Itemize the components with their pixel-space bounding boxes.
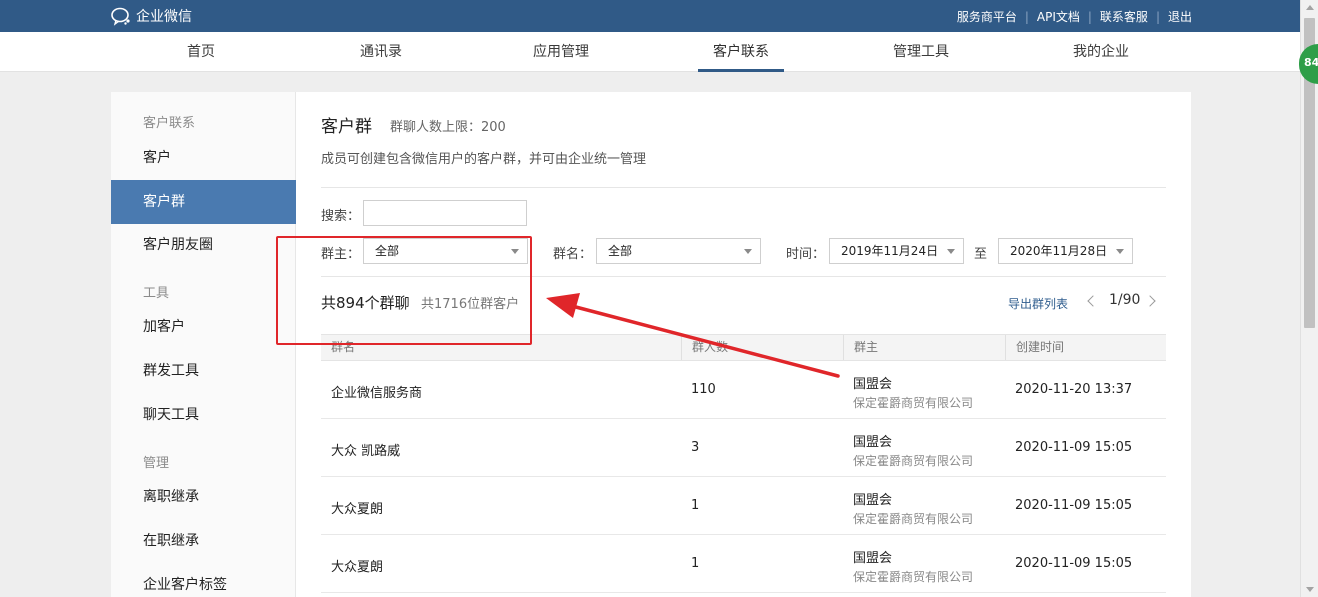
owner-cell: 国盟会 保定霍爵商贸有限公司 — [853, 431, 973, 469]
sidebar-item-customer-group[interactable]: 客户群 — [111, 180, 296, 224]
created-time-cell: 2020-11-20 13:37 — [1015, 382, 1133, 397]
group-name-select[interactable]: 全部 — [596, 238, 761, 264]
date-from-select[interactable]: 2019年11月24日 — [829, 238, 964, 264]
sidebar-item-customer-moments[interactable]: 客户朋友圈 — [111, 223, 296, 267]
owner-name: 国盟会 — [853, 435, 893, 450]
group-name-cell: 大众夏朗 — [331, 560, 384, 575]
chevron-down-icon — [744, 249, 752, 254]
sidebar-group-customer-contact: 客户联系 — [143, 116, 196, 131]
group-count: 共894个群聊 — [321, 294, 410, 312]
sidebar-item-customer-tags[interactable]: 企业客户标签 — [111, 563, 296, 597]
sidebar: 客户联系 客户 客户群 客户朋友圈 工具 加客户 群发工具 聊天工具 管理 离职… — [111, 92, 296, 597]
page-title: 客户群 — [321, 117, 372, 137]
column-header-group-name[interactable]: 群名 — [321, 335, 681, 360]
divider — [321, 276, 1166, 277]
owner-name: 国盟会 — [853, 377, 893, 392]
created-time-cell: 2020-11-09 15:05 — [1015, 498, 1133, 513]
sidebar-item-mass-send[interactable]: 群发工具 — [111, 349, 296, 393]
divider: | — [1155, 9, 1160, 24]
owner-cell: 国盟会 保定霍爵商贸有限公司 — [853, 489, 973, 527]
export-group-list-link[interactable]: 导出群列表 — [1008, 295, 1068, 312]
app-logo[interactable]: 企业微信 — [110, 6, 192, 26]
divider — [321, 187, 1166, 188]
chevron-down-icon — [511, 249, 519, 254]
provider-platform-link[interactable]: 服务商平台 — [957, 8, 1017, 25]
owner-select-value: 全部 — [375, 244, 400, 258]
group-name-select-value: 全部 — [608, 244, 633, 258]
time-filter-label: 时间： — [786, 247, 826, 262]
group-name-cell: 大众 凯路威 — [331, 444, 401, 459]
group-customer-count: 共1716位群客户 — [421, 297, 520, 312]
sidebar-group-management: 管理 — [143, 456, 170, 471]
main-nav: 首页 通讯录 应用管理 客户联系 管理工具 我的企业 — [0, 32, 1300, 72]
member-count-cell: 1 — [691, 498, 700, 513]
date-to-select[interactable]: 2020年11月28日 — [998, 238, 1133, 264]
tab-home[interactable]: 首页 — [136, 32, 266, 72]
owner-company: 保定霍爵商贸有限公司 — [853, 512, 974, 526]
tab-my-enterprise[interactable]: 我的企业 — [1036, 32, 1166, 72]
sidebar-group-tools: 工具 — [143, 286, 170, 301]
tab-app-management[interactable]: 应用管理 — [496, 32, 626, 72]
search-label: 搜索： — [321, 209, 361, 224]
date-from-value: 2019年11月24日 — [841, 244, 939, 258]
group-name-cell: 企业微信服务商 — [331, 386, 423, 401]
main-panel: 客户群 群聊人数上限：200 成员可创建包含微信用户的客户群，并可由企业统一管理… — [296, 92, 1191, 597]
owner-company: 保定霍爵商贸有限公司 — [853, 396, 974, 410]
table-row[interactable]: 大众夏朗 1 国盟会 保定霍爵商贸有限公司 2020-11-09 15:05 — [321, 535, 1166, 593]
page-description: 成员可创建包含微信用户的客户群，并可由企业统一管理 — [321, 152, 647, 167]
owner-select[interactable]: 全部 — [363, 238, 528, 264]
owner-cell: 国盟会 保定霍爵商贸有限公司 — [853, 547, 973, 585]
member-count-cell: 110 — [691, 382, 716, 397]
page-indicator: 1/90 — [1109, 292, 1141, 308]
member-limit-text: 群聊人数上限：200 — [390, 120, 506, 135]
column-header-member-count[interactable]: 群人数 — [681, 335, 843, 360]
divider: | — [1087, 9, 1092, 24]
chevron-right-icon[interactable] — [1144, 295, 1156, 307]
top-links: 服务商平台 | API文档 | 联系客服 | 退出 — [957, 8, 1192, 25]
table-row[interactable]: 企业微信服务商 110 国盟会 保定霍爵商贸有限公司 2020-11-20 13… — [321, 361, 1166, 419]
group-name-filter-label: 群名： — [553, 247, 593, 262]
table-row[interactable]: 大众夏朗 1 国盟会 保定霍爵商贸有限公司 2020-11-09 15:05 — [321, 477, 1166, 535]
scroll-down-icon[interactable] — [1306, 587, 1314, 592]
logout-link[interactable]: 退出 — [1168, 8, 1192, 25]
sidebar-item-resign-inherit[interactable]: 离职继承 — [111, 475, 296, 519]
column-header-owner[interactable]: 群主 — [843, 335, 1005, 360]
app-title: 企业微信 — [136, 9, 192, 25]
owner-name: 国盟会 — [853, 493, 893, 508]
sidebar-item-chat-tools[interactable]: 聊天工具 — [111, 393, 296, 437]
page-scrollbar[interactable] — [1300, 0, 1318, 597]
owner-filter-label: 群主： — [321, 247, 361, 262]
sidebar-item-add-customer[interactable]: 加客户 — [111, 305, 296, 349]
chevron-left-icon[interactable] — [1087, 295, 1099, 307]
tab-contacts[interactable]: 通讯录 — [316, 32, 446, 72]
date-range-to-label: 至 — [974, 247, 988, 262]
tab-customer-contact[interactable]: 客户联系 — [676, 32, 806, 72]
scroll-up-icon[interactable] — [1306, 5, 1314, 10]
sidebar-item-onjob-inherit[interactable]: 在职继承 — [111, 519, 296, 563]
created-time-cell: 2020-11-09 15:05 — [1015, 440, 1133, 455]
table-header: 群名 群人数 群主 创建时间 — [321, 334, 1166, 361]
chevron-down-icon — [1116, 249, 1124, 254]
api-docs-link[interactable]: API文档 — [1037, 8, 1080, 25]
owner-company: 保定霍爵商贸有限公司 — [853, 454, 974, 468]
badge-count: 84 — [1304, 56, 1318, 69]
owner-cell: 国盟会 保定霍爵商贸有限公司 — [853, 373, 973, 411]
created-time-cell: 2020-11-09 15:05 — [1015, 556, 1133, 571]
column-header-created-time[interactable]: 创建时间 — [1005, 335, 1166, 360]
search-input[interactable] — [363, 200, 527, 226]
sidebar-item-customer[interactable]: 客户 — [111, 136, 296, 180]
contact-support-link[interactable]: 联系客服 — [1100, 8, 1148, 25]
group-name-cell: 大众夏朗 — [331, 502, 384, 517]
date-to-value: 2020年11月28日 — [1010, 244, 1108, 258]
wecom-logo-icon — [111, 7, 130, 26]
table-row[interactable]: 大众 凯路威 3 国盟会 保定霍爵商贸有限公司 2020-11-09 15:05 — [321, 419, 1166, 477]
member-count-cell: 3 — [691, 440, 700, 455]
top-bar: 企业微信 服务商平台 | API文档 | 联系客服 | 退出 — [0, 0, 1300, 32]
tab-management-tools[interactable]: 管理工具 — [856, 32, 986, 72]
owner-name: 国盟会 — [853, 551, 893, 566]
divider: | — [1024, 9, 1029, 24]
member-count-cell: 1 — [691, 556, 700, 571]
owner-company: 保定霍爵商贸有限公司 — [853, 570, 974, 584]
chevron-down-icon — [947, 249, 955, 254]
